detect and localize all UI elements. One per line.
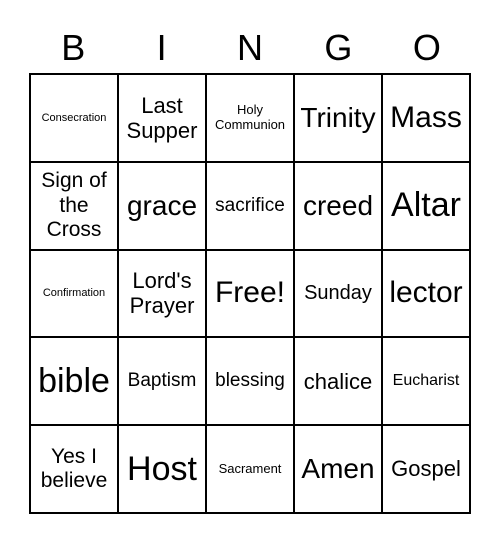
header-letter-n: N bbox=[237, 27, 264, 68]
header-letter-b: B bbox=[61, 27, 86, 68]
bingo-cell-label: bible bbox=[38, 361, 110, 400]
header-letter-i: I bbox=[156, 27, 167, 68]
bingo-cell-label: Gospel bbox=[391, 456, 461, 482]
bingo-cell[interactable]: Baptism bbox=[118, 337, 206, 426]
bingo-cell[interactable]: Confirmation bbox=[30, 249, 118, 338]
bingo-cell-label: lector bbox=[389, 276, 463, 310]
bingo-cell[interactable]: creed bbox=[294, 161, 382, 250]
bingo-cell[interactable]: Trinity bbox=[294, 74, 382, 162]
bingo-cell[interactable]: Free! bbox=[206, 249, 294, 338]
bingo-cell-label: creed bbox=[302, 189, 374, 221]
bingo-cell[interactable]: Amen bbox=[294, 425, 382, 513]
bingo-cell-label: Lord's Prayer bbox=[129, 268, 195, 319]
bingo-cell[interactable]: Holy Communion bbox=[206, 74, 294, 162]
bingo-cell-label: Sunday bbox=[304, 281, 372, 304]
bingo-cell[interactable]: chalice bbox=[294, 337, 382, 426]
bingo-cell[interactable]: bible bbox=[30, 337, 118, 426]
bingo-cell-label: grace bbox=[126, 189, 198, 221]
bingo-cell-label: Confirmation bbox=[42, 287, 106, 300]
bingo-cell[interactable]: lector bbox=[382, 249, 470, 338]
bingo-cell[interactable]: Sign of the Cross bbox=[30, 161, 118, 250]
bingo-cell[interactable]: Sunday bbox=[294, 249, 382, 338]
header-letter-g: G bbox=[324, 27, 353, 68]
bingo-cell[interactable]: blessing bbox=[206, 337, 294, 426]
bingo-cell-label: Host bbox=[127, 449, 197, 488]
bingo-cell-label: Amen bbox=[301, 453, 375, 484]
bingo-cell-label: Yes I believe bbox=[40, 444, 108, 493]
bingo-cell[interactable]: Host bbox=[118, 425, 206, 513]
bingo-cell-label: sacrifice bbox=[215, 194, 285, 216]
bingo-cell-label: Trinity bbox=[300, 101, 376, 133]
bingo-cell-label: Holy Communion bbox=[214, 101, 286, 132]
bingo-cell-label: blessing bbox=[215, 370, 285, 392]
bingo-cell-label: Sacrament bbox=[218, 460, 282, 476]
bingo-cell[interactable]: Lord's Prayer bbox=[118, 249, 206, 338]
bingo-cell-label: Baptism bbox=[127, 370, 197, 392]
bingo-cell-label: Altar bbox=[391, 186, 461, 225]
bingo-cell-label: Eucharist bbox=[392, 372, 460, 390]
bingo-grid: Consecration Last Supper Holy Communion Tri… bbox=[29, 73, 471, 514]
bingo-cell[interactable]: Eucharist bbox=[382, 337, 470, 426]
bingo-cell-label: Sign of the Cross bbox=[41, 169, 107, 241]
bingo-cell[interactable]: Last Supper bbox=[118, 74, 206, 162]
bingo-cell-label: Free! bbox=[214, 276, 286, 310]
bingo-cell[interactable]: sacrifice bbox=[206, 161, 294, 250]
bingo-cell-label: chalice bbox=[303, 368, 373, 394]
bingo-cell[interactable]: Mass bbox=[382, 74, 470, 162]
bingo-cell[interactable]: Gospel bbox=[382, 425, 470, 513]
bingo-cell[interactable]: Consecration bbox=[30, 74, 118, 162]
bingo-cell-label: Mass bbox=[390, 100, 462, 134]
header-letter-o: O bbox=[412, 27, 441, 68]
bingo-cell-label: Consecration bbox=[41, 111, 107, 124]
bingo-cell-label: Last Supper bbox=[126, 92, 198, 143]
bingo-cell[interactable]: Altar bbox=[382, 161, 470, 250]
bingo-cell[interactable]: Yes I believe bbox=[30, 425, 118, 513]
bingo-header: B I N G O bbox=[29, 24, 471, 72]
bingo-cell[interactable]: grace bbox=[118, 161, 206, 250]
bingo-cell[interactable]: Sacrament bbox=[206, 425, 294, 513]
